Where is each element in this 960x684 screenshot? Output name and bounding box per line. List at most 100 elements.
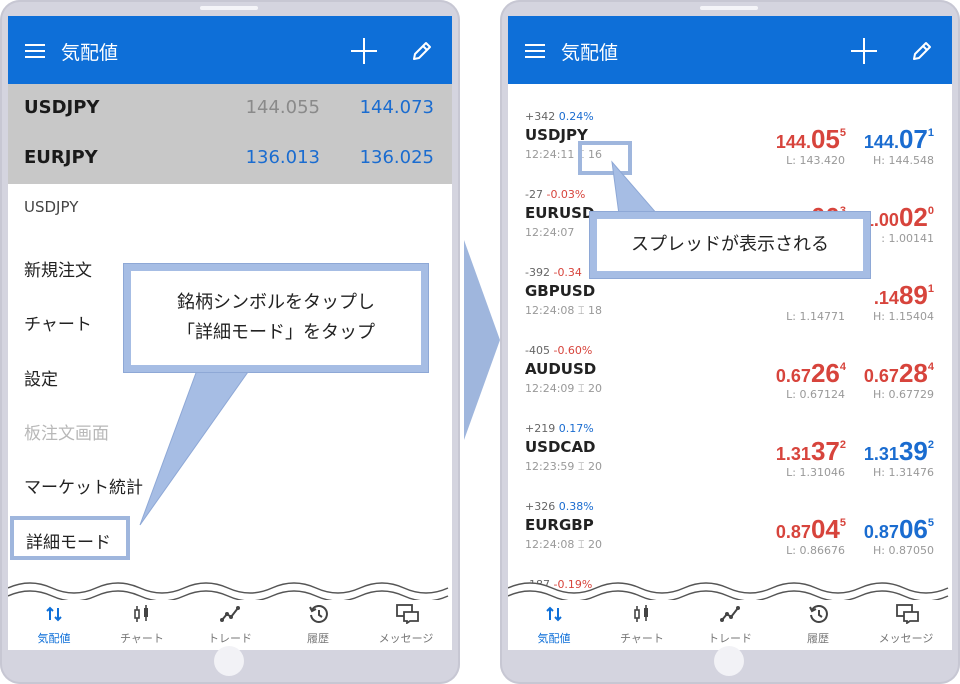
speaker	[200, 6, 258, 10]
tab-trade[interactable]: トレード	[186, 600, 274, 650]
menu-item-detail-mode-label: 詳細モード	[26, 533, 111, 553]
quote-row-usdcad[interactable]: +219 0.17% USDCAD 12:23:59 ⌶ 20 1.31372 1.31…	[508, 414, 952, 492]
trade-line-icon	[220, 606, 240, 622]
bid-price-pips: 05	[810, 124, 840, 154]
home-button[interactable]	[714, 646, 744, 676]
candlestick-icon	[134, 605, 148, 622]
tab-quotes[interactable]: 気配値	[510, 600, 598, 650]
tab-label: メッセージ	[378, 632, 434, 645]
menu-item-market-statistics[interactable]: マーケット統計	[24, 473, 143, 498]
change-points: -392	[525, 266, 550, 279]
spread-value: 20	[588, 460, 603, 473]
bottom-tab-bar: 気配値 チャート トレード 履歴 メッセージ	[8, 600, 452, 650]
daily-change: +342 0.24%	[525, 110, 594, 123]
candlestick-icon	[634, 605, 648, 622]
tab-history[interactable]: 履歴	[774, 600, 862, 650]
quote-symbol: USDCAD	[525, 438, 596, 456]
quote-symbol: EURGBP	[525, 516, 594, 534]
tab-trade[interactable]: トレード	[686, 600, 774, 650]
daily-change: -27 -0.03%	[525, 188, 585, 201]
app-title: 気配値	[61, 42, 119, 64]
tab-chart[interactable]: チャート	[598, 600, 686, 650]
quote-symbol: EURUSD	[525, 204, 595, 222]
day-high: H: 1.31476	[873, 466, 934, 479]
tab-messages[interactable]: メッセージ	[362, 600, 450, 650]
tab-messages[interactable]: メッセージ	[862, 600, 950, 650]
hamburger-menu-icon[interactable]	[25, 44, 45, 58]
home-button[interactable]	[214, 646, 244, 676]
menu-item-detail-mode[interactable]: 詳細モード	[10, 516, 130, 560]
right-screen: 気配値 +342 0.24% USDJPY 12:24:11 ⌶ 16 144.055…	[508, 16, 952, 650]
ask-price-prefix: 1.31	[863, 444, 899, 464]
tab-history[interactable]: 履歴	[274, 600, 362, 650]
quote-time: 12:24:08	[525, 304, 575, 317]
ask-price-fraction: 2	[927, 438, 934, 451]
day-high: H: 1.15404	[873, 310, 934, 323]
tab-label: メッセージ	[878, 632, 934, 645]
add-icon[interactable]	[351, 38, 377, 64]
tab-label: チャート	[620, 632, 664, 645]
app-header: 気配値	[8, 16, 452, 84]
spread-highlight-box	[578, 141, 632, 175]
day-low: L: 0.67124	[786, 388, 845, 401]
daily-change: +219 0.17%	[525, 422, 594, 435]
callout-line-1: 銘柄シンボルをタップし	[177, 292, 375, 313]
change-points: +219	[525, 422, 556, 435]
bid-price-pips: 37	[810, 436, 840, 466]
edit-pencil-icon[interactable]	[910, 39, 934, 63]
ask-price: 1.00020	[864, 202, 934, 233]
bid-price-pips: 26	[810, 358, 840, 388]
spread-value: 20	[588, 382, 603, 395]
edit-pencil-icon[interactable]	[410, 39, 434, 63]
quote-time: 12:23:59	[525, 460, 575, 473]
quotes-arrows-icon	[46, 606, 62, 622]
quote-time: 12:24:07	[525, 226, 575, 239]
change-points: +326	[525, 500, 556, 513]
bottom-tab-bar: 気配値 チャート トレード 履歴 メッセージ	[508, 600, 952, 650]
menu-item-depth-of-market: 板注文画面	[24, 424, 109, 444]
quote-bid: 144.055	[245, 97, 320, 118]
spread-value: 20	[588, 538, 603, 551]
messages-icon	[396, 604, 419, 624]
bid-price-fraction: 5	[839, 516, 846, 529]
tab-label: 履歴	[807, 632, 829, 645]
daily-change: -392 -0.34	[525, 266, 582, 279]
change-points: +342	[525, 110, 556, 123]
bid-price-prefix: 144.	[775, 132, 811, 152]
trade-line-icon	[720, 606, 740, 622]
change-percent: -0.03%	[546, 188, 586, 201]
quote-time: 12:24:08	[525, 538, 575, 551]
ask-price-prefix: 0.67	[863, 366, 899, 386]
ask-price: 0.67284	[864, 358, 934, 389]
add-icon[interactable]	[851, 38, 877, 64]
tab-chart[interactable]: チャート	[98, 600, 186, 650]
menu-item-chart[interactable]: チャート	[24, 310, 92, 335]
hamburger-menu-icon[interactable]	[525, 44, 545, 58]
quote-row-eurgbp[interactable]: +326 0.38% EURGBP 12:24:08 ⌶ 20 0.87045 0.87…	[508, 492, 952, 570]
callout-text: スプレッドが表示される	[631, 234, 829, 255]
day-low: L: 1.31046	[786, 466, 845, 479]
tab-label: 気配値	[537, 632, 571, 645]
speaker	[700, 6, 758, 10]
change-points: -405	[525, 344, 550, 357]
quote-row-eurjpy[interactable]: EURJPY 136.013 136.025	[8, 134, 452, 184]
menu-item-settings[interactable]: 設定	[24, 365, 58, 390]
daily-change: -405 -0.60%	[525, 344, 592, 357]
change-percent: -0.60%	[553, 344, 593, 357]
ask-price-pips: 28	[898, 358, 928, 388]
quote-row-usdjpy[interactable]: +342 0.24% USDJPY 12:24:11 ⌶ 16 144.055 144.…	[508, 102, 952, 180]
ask-price-pips: 02	[898, 202, 928, 232]
tab-quotes[interactable]: 気配値	[10, 600, 98, 650]
menu-item-new-order[interactable]: 新規注文	[24, 256, 92, 281]
app-header: 気配値	[508, 16, 952, 84]
bid-price-prefix: 0.87	[775, 522, 811, 542]
change-points: -27	[525, 188, 543, 201]
quote-row-usdjpy[interactable]: USDJPY 144.055 144.073	[8, 84, 452, 134]
quote-row-audusd[interactable]: -405 -0.60% AUDUSD 12:24:09 ⌶ 20 0.67264 0.6…	[508, 336, 952, 414]
bid-price-fraction: 4	[839, 360, 846, 373]
quote-time-spread: 12:24:07	[525, 226, 574, 239]
day-high: : 1.00141	[881, 232, 934, 245]
tab-label: トレード	[208, 632, 252, 645]
ask-price-prefix: 144.	[863, 132, 899, 152]
tab-label: チャート	[120, 632, 164, 645]
